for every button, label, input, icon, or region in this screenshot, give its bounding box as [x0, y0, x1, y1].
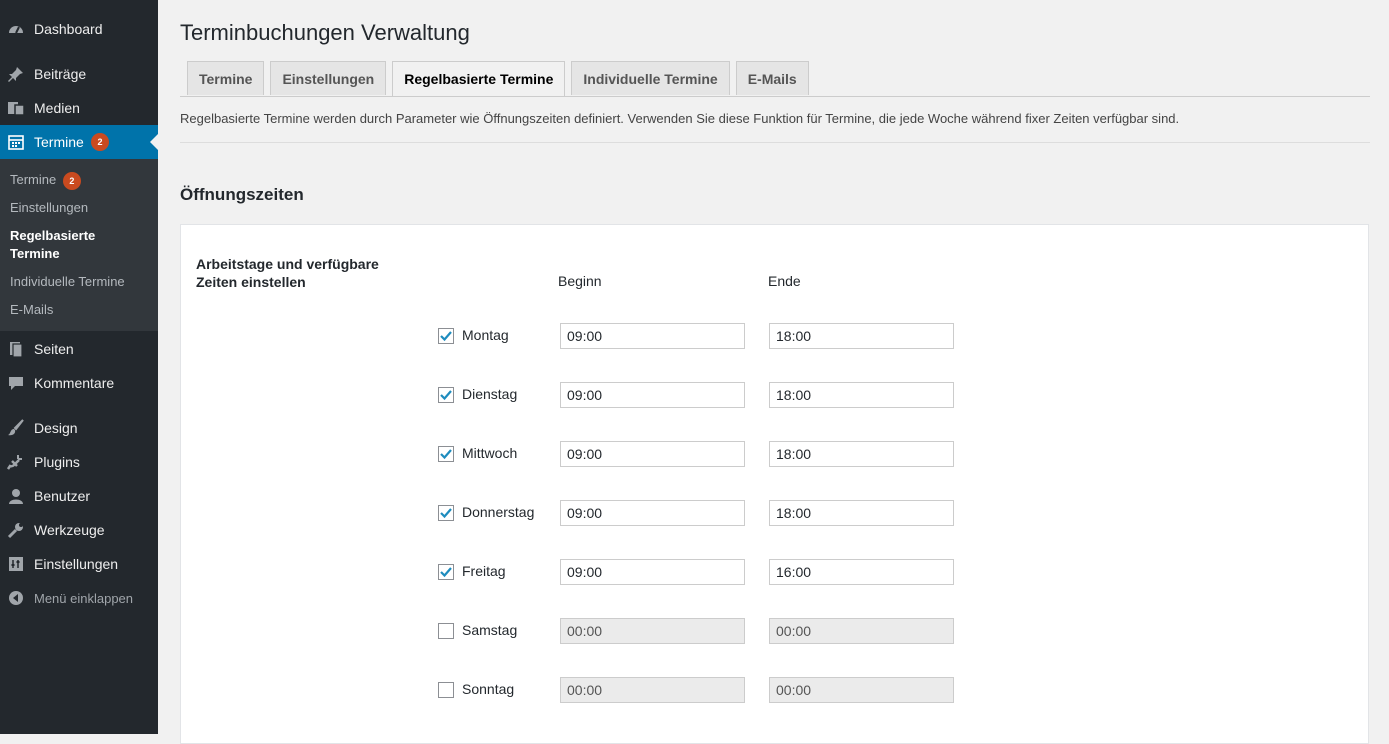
- wrench-icon: [7, 521, 25, 539]
- tab-einstellungen[interactable]: Einstellungen: [270, 61, 387, 95]
- menu-dashboard[interactable]: Dashboard: [0, 12, 158, 46]
- submenu-emails[interactable]: E-Mails: [10, 301, 53, 319]
- submenu-einstellungen[interactable]: Einstellungen: [10, 199, 88, 217]
- menu-medien[interactable]: Medien: [0, 91, 158, 125]
- menu-seiten[interactable]: Seiten: [0, 332, 158, 366]
- day-checkbox[interactable]: [438, 387, 454, 403]
- checkmark-icon: [440, 567, 452, 578]
- calendar-icon: [7, 133, 25, 151]
- end-time-input[interactable]: [769, 677, 954, 703]
- menu-einstellungen[interactable]: Einstellungen: [0, 547, 158, 581]
- menu-label: Kommentare: [34, 375, 115, 391]
- end-time-input[interactable]: [769, 323, 954, 349]
- begin-time-input[interactable]: [560, 382, 745, 408]
- menu-label: Beiträge: [34, 66, 87, 82]
- menu-kommentare[interactable]: Kommentare: [0, 366, 158, 400]
- plugin-icon: [7, 453, 25, 471]
- day-checkbox[interactable]: [438, 446, 454, 462]
- menu-label: Design: [34, 420, 78, 436]
- column-header-begin: Beginn: [558, 273, 602, 289]
- day-label: Freitag: [462, 563, 506, 579]
- pages-icon: [7, 340, 25, 358]
- day-checkbox[interactable]: [438, 682, 454, 698]
- day-label: Sonntag: [462, 681, 515, 697]
- page-title: Terminbuchungen Verwaltung: [180, 20, 470, 45]
- menu-termine[interactable]: Termine 2: [0, 125, 158, 159]
- media-icon: [7, 99, 25, 117]
- menu-werkzeuge[interactable]: Werkzeuge: [0, 513, 158, 547]
- end-time-input[interactable]: [769, 382, 954, 408]
- day-checkbox[interactable]: [438, 623, 454, 639]
- page-description: Regelbasierte Termine werden durch Param…: [180, 111, 1180, 126]
- end-time-input[interactable]: [769, 618, 954, 644]
- checkmark-icon: [440, 331, 452, 342]
- end-time-input[interactable]: [769, 441, 954, 467]
- menu-label: Medien: [34, 100, 80, 116]
- tab-individuelle-termine[interactable]: Individuelle Termine: [571, 61, 730, 95]
- menu-design[interactable]: Design: [0, 411, 158, 445]
- begin-time-input[interactable]: [560, 323, 745, 349]
- termine-submenu: Termine 2 Einstellungen Regelbasierte Te…: [0, 159, 158, 331]
- admin-sidebar: Dashboard Beiträge Medien Termine 2 Term…: [0, 0, 158, 734]
- begin-time-input[interactable]: [560, 500, 745, 526]
- menu-label: Benutzer: [34, 488, 91, 504]
- settings-icon: [7, 555, 25, 573]
- submenu-label: Termine: [10, 172, 57, 187]
- begin-time-input[interactable]: [560, 677, 745, 703]
- section-divider: [180, 142, 1370, 143]
- menu-plugins[interactable]: Plugins: [0, 445, 158, 479]
- tab-divider: [180, 96, 1370, 97]
- day-checkbox[interactable]: [438, 505, 454, 521]
- menu-label: Einstellungen: [34, 556, 119, 572]
- menu-label: Seiten: [34, 341, 74, 357]
- section-title: Öffnungszeiten: [180, 185, 304, 204]
- collapse-icon: [7, 589, 25, 607]
- tab-regelbasierte-termine[interactable]: Regelbasierte Termine: [392, 61, 566, 97]
- day-checkbox[interactable]: [438, 564, 454, 580]
- checkmark-icon: [440, 508, 452, 519]
- end-time-input[interactable]: [769, 500, 954, 526]
- tab-termine[interactable]: Termine: [187, 61, 265, 95]
- tab-emails[interactable]: E-Mails: [735, 61, 809, 95]
- comment-icon: [7, 374, 25, 392]
- settings-label: Arbeitstage und verfügbare Zeiten einste…: [196, 256, 379, 290]
- dashboard-icon: [7, 20, 25, 38]
- opening-hours-card: [180, 224, 1369, 744]
- checkmark-icon: [440, 390, 452, 401]
- submenu-individuelle-termine[interactable]: Individuelle Termine: [10, 273, 125, 291]
- menu-label: Werkzeuge: [34, 522, 105, 538]
- menu-benutzer[interactable]: Benutzer: [0, 479, 158, 513]
- day-checkbox[interactable]: [438, 328, 454, 344]
- menu-label: Plugins: [34, 454, 80, 470]
- day-label: Mittwoch: [462, 445, 518, 461]
- pin-icon: [7, 65, 25, 83]
- end-time-input[interactable]: [769, 559, 954, 585]
- tab-bar: Termine Einstellungen Regelbasierte Term…: [187, 61, 815, 97]
- count-badge: 2: [91, 133, 109, 151]
- menu-beitraege[interactable]: Beiträge: [0, 57, 158, 91]
- menu-label: Termine: [34, 134, 84, 150]
- count-badge: 2: [62, 172, 81, 190]
- menu-collapse[interactable]: Menü einklappen: [0, 581, 158, 615]
- day-label: Donnerstag: [462, 504, 535, 520]
- user-icon: [7, 487, 25, 505]
- brush-icon: [7, 419, 25, 437]
- day-label: Montag: [462, 327, 509, 343]
- menu-label: Dashboard: [34, 21, 103, 37]
- checkmark-icon: [440, 449, 452, 460]
- begin-time-input[interactable]: [560, 618, 745, 644]
- day-label: Samstag: [462, 622, 518, 638]
- begin-time-input[interactable]: [560, 559, 745, 585]
- begin-time-input[interactable]: [560, 441, 745, 467]
- menu-label: Menü einklappen: [34, 590, 134, 606]
- submenu-regelbasierte-termine[interactable]: Regelbasierte Termine: [10, 227, 130, 263]
- column-header-end: Ende: [768, 273, 801, 289]
- day-label: Dienstag: [462, 386, 518, 402]
- submenu-termine[interactable]: Termine 2: [10, 171, 81, 190]
